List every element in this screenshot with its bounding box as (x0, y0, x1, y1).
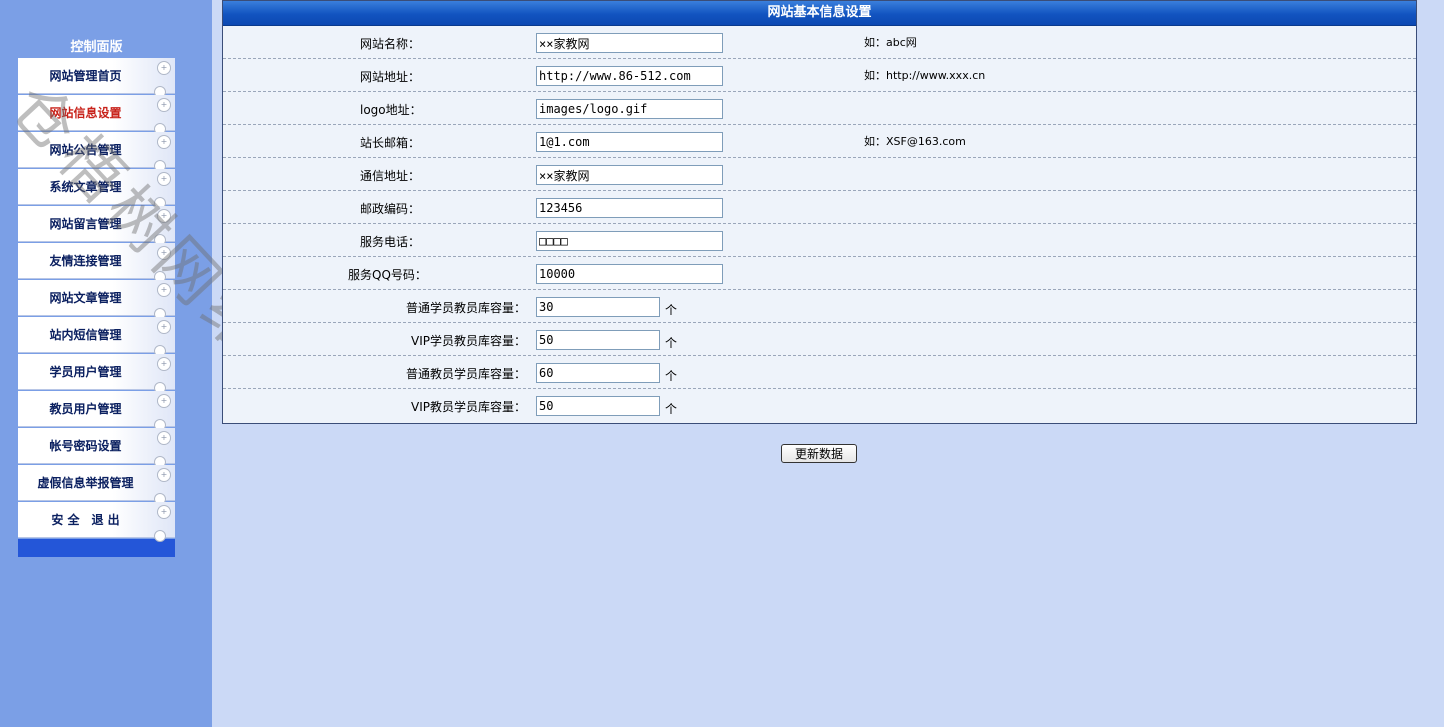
form-row-site-url: 网站地址： 如：http://www.xxx.cn (223, 59, 1416, 92)
sidebar-item-label: 网站留言管理 (49, 217, 122, 231)
sidebar-item-label: 网站管理首页 (49, 69, 122, 83)
plus-circle-icon: + (157, 135, 171, 149)
plus-circle-icon: + (157, 209, 171, 223)
circle-icon (154, 530, 166, 542)
sidebar-item-label: 站内短信管理 (49, 328, 122, 342)
sidebar-item-messages[interactable]: 网站留言管理 + (18, 206, 175, 246)
field-label: 站长邮箱： (360, 136, 421, 150)
address-input[interactable] (536, 165, 723, 185)
sidebar-item-site-articles[interactable]: 网站文章管理 + (18, 280, 175, 320)
capacity-input[interactable] (536, 363, 660, 383)
sidebar-item-reports[interactable]: 虚假信息举报管理 + (18, 465, 175, 505)
capacity-input[interactable] (536, 396, 660, 416)
sidebar-item-label: 网站文章管理 (49, 291, 122, 305)
phone-input[interactable] (536, 231, 723, 251)
sidebar-item-label: 系统文章管理 (49, 180, 122, 194)
sidebar-item-students[interactable]: 学员用户管理 + (18, 354, 175, 394)
field-label: VIP学员教员库容量： (411, 334, 526, 348)
field-label: logo地址： (360, 103, 422, 117)
form-row-logo: logo地址： (223, 92, 1416, 125)
field-label: 网站名称： (360, 37, 421, 51)
field-label: 邮政编码： (360, 202, 421, 216)
field-label: VIP教员学员库容量： (411, 400, 526, 414)
form-row-address: 通信地址： (223, 158, 1416, 191)
capacity-input[interactable] (536, 330, 660, 350)
sidebar-item-account[interactable]: 帐号密码设置 + (18, 428, 175, 468)
form-row-capacity: VIP教员学员库容量： 个 (223, 389, 1416, 421)
sidebar-item-label: 教员用户管理 (49, 402, 122, 416)
form-row-postcode: 邮政编码： (223, 191, 1416, 224)
admin-email-input[interactable] (536, 132, 723, 152)
sidebar-item-label: 网站信息设置 (49, 106, 122, 120)
field-label: 服务电话： (360, 235, 421, 249)
sidebar-item-site-info[interactable]: 网站信息设置 + (18, 95, 175, 135)
field-label: 普通学员教员库容量： (405, 301, 526, 315)
panel-title: 网站基本信息设置 (223, 1, 1416, 26)
qq-input[interactable] (536, 264, 723, 284)
unit-label: 个 (665, 303, 678, 317)
sidebar-item-label: 帐号密码设置 (49, 439, 122, 453)
plus-circle-icon: + (157, 357, 171, 371)
sidebar-item-links[interactable]: 友情连接管理 + (18, 243, 175, 283)
sidebar-item-announcements[interactable]: 网站公告管理 + (18, 132, 175, 172)
sidebar-menu: 网站管理首页 + 网站信息设置 + 网站公告管理 + 系统文章管理 + 网站留言… (18, 58, 175, 557)
plus-circle-icon: + (157, 172, 171, 186)
field-hint: 如：abc网 (864, 36, 917, 49)
unit-label: 个 (665, 369, 678, 383)
settings-panel: 网站基本信息设置 网站名称： 如：abc网 网站地址： 如：http://www… (222, 0, 1417, 424)
field-label: 服务QQ号码： (348, 268, 427, 282)
sidebar: 控制面版 网站管理首页 + 网站信息设置 + 网站公告管理 + 系统文章管理 +… (0, 0, 212, 727)
plus-circle-icon: + (157, 320, 171, 334)
field-label: 普通教员学员库容量： (405, 367, 526, 381)
sidebar-item-home[interactable]: 网站管理首页 + (18, 58, 175, 98)
logo-url-input[interactable] (536, 99, 723, 119)
sidebar-item-label: 学员用户管理 (49, 365, 122, 379)
plus-circle-icon: + (157, 394, 171, 408)
sidebar-item-teachers[interactable]: 教员用户管理 + (18, 391, 175, 431)
sidebar-item-logout[interactable]: 安 全 退 出 + (18, 502, 175, 542)
sidebar-title: 控制面版 (70, 40, 123, 55)
form-row-phone: 服务电话： (223, 224, 1416, 257)
update-data-button[interactable]: 更新数据 (781, 444, 857, 463)
plus-circle-icon: + (157, 468, 171, 482)
postcode-input[interactable] (536, 198, 723, 218)
plus-circle-icon: + (157, 283, 171, 297)
sidebar-footer-bar (18, 539, 175, 557)
plus-circle-icon: + (157, 246, 171, 260)
site-name-input[interactable] (536, 33, 723, 53)
field-hint: 如：XSF@163.com (864, 135, 966, 148)
sidebar-item-label: 安 全 退 出 (51, 513, 120, 527)
form-row-email: 站长邮箱： 如：XSF@163.com (223, 125, 1416, 158)
form-row-capacity: 普通学员教员库容量： 个 (223, 290, 1416, 323)
sidebar-item-label: 网站公告管理 (49, 143, 122, 157)
field-label: 通信地址： (360, 169, 421, 183)
field-hint: 如：http://www.xxx.cn (864, 69, 986, 82)
form-row-qq: 服务QQ号码： (223, 257, 1416, 290)
sidebar-item-inbox[interactable]: 站内短信管理 + (18, 317, 175, 357)
capacity-input[interactable] (536, 297, 660, 317)
sidebar-item-label: 虚假信息举报管理 (37, 476, 134, 490)
plus-circle-icon: + (157, 61, 171, 75)
unit-label: 个 (665, 402, 678, 416)
site-url-input[interactable] (536, 66, 723, 86)
form-row-capacity: VIP学员教员库容量： 个 (223, 323, 1416, 356)
form-row-capacity: 普通教员学员库容量： 个 (223, 356, 1416, 389)
plus-circle-icon: + (157, 505, 171, 519)
sidebar-item-system-articles[interactable]: 系统文章管理 + (18, 169, 175, 209)
form-row-site-name: 网站名称： 如：abc网 (223, 26, 1416, 59)
plus-circle-icon: + (157, 431, 171, 445)
sidebar-item-label: 友情连接管理 (49, 254, 122, 268)
unit-label: 个 (665, 336, 678, 350)
field-label: 网站地址： (360, 70, 421, 84)
plus-circle-icon: + (157, 98, 171, 112)
